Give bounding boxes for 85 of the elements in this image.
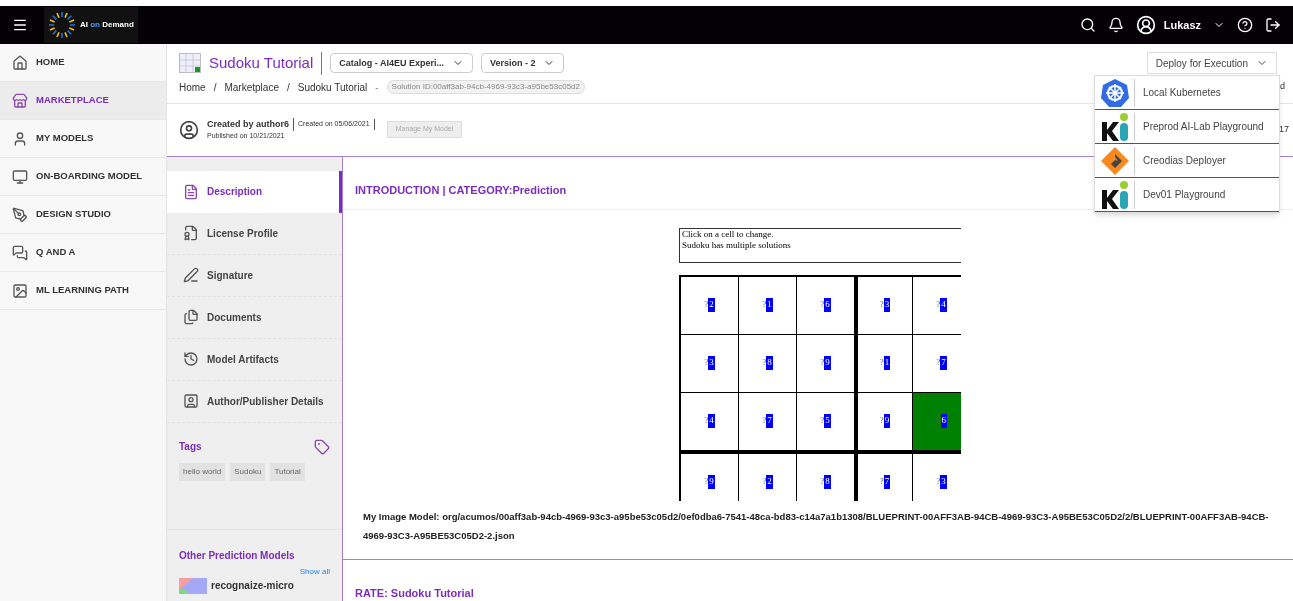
- sidebar-item[interactable]: MY MODELS: [0, 120, 166, 158]
- home-icon: [12, 54, 28, 71]
- sudoku-thumbnail-icon: [179, 53, 201, 74]
- solution-id-badge: Solution ID:00aff3ab-94cb-4969-93c3-a95be53c05d2: [386, 80, 585, 94]
- sudoku-cell[interactable]: ?6: [797, 276, 855, 335]
- sudoku-cell[interactable]: ?2: [681, 276, 739, 335]
- diamond-logo-icon: [1099, 145, 1130, 176]
- tag-chip[interactable]: hello world: [179, 462, 226, 481]
- deploy-option[interactable]: Local Kubernetes: [1095, 76, 1279, 110]
- person-card-icon: [183, 393, 199, 409]
- sudoku-cell[interactable]: 6 6: [913, 392, 961, 451]
- sudoku-cell[interactable]: ?7: [855, 453, 913, 501]
- sudoku-cell[interactable]: ?7: [739, 392, 797, 451]
- sunburst-icon: [48, 11, 76, 39]
- sudoku-cell[interactable]: ?1: [855, 334, 913, 393]
- model-list-item[interactable]: recognaize-micro: [167, 577, 342, 594]
- sudoku-cell[interactable]: ?9: [855, 392, 913, 451]
- bell-icon[interactable]: [1107, 17, 1124, 33]
- separator-dash: -: [375, 80, 379, 95]
- created-by-text: Created by author6: [207, 117, 295, 131]
- menu-icon[interactable]: [12, 17, 28, 33]
- section-heading: INTRODUCTION | CATEGORY:Prediction: [355, 183, 567, 196]
- section-tab[interactable]: License Profile: [167, 212, 342, 255]
- document-icon: [183, 183, 199, 200]
- ki-logo-icon: [1099, 111, 1130, 142]
- monitor-icon: [12, 168, 28, 185]
- breadcrumb-link[interactable]: Home: [179, 79, 206, 95]
- user-avatar-icon[interactable]: [1135, 15, 1156, 35]
- other-models-title: Other Prediction Models: [179, 549, 295, 561]
- sidebar-item[interactable]: ML LEARNING PATH: [0, 272, 166, 310]
- sudoku-cell[interactable]: ?3: [681, 334, 739, 393]
- sudoku-cell[interactable]: ?8: [739, 334, 797, 393]
- image-model-text: My Image Model: org/acumos/00aff3ab-94cb-4969-93c3-a95be53c05d2/0ef0dba6-7541-48ca-bd83-c14a7a1b1308/BLUEPRINT-00AFF3AB-94CB-4969-93C3-A95BE53C05D2/2/BLUEPRINT-00AFF3AB-94CB-4969-93C3-A95BE53C05D2-2.json: [362, 509, 1270, 543]
- files-icon: [183, 309, 199, 325]
- image-icon: [12, 282, 28, 299]
- section-tab[interactable]: Description: [167, 170, 342, 213]
- tags-title: Tags: [179, 440, 202, 454]
- breadcrumb-link[interactable]: Marketplace: [224, 79, 279, 95]
- store-icon: [12, 92, 28, 109]
- model-name: recognaize-micro: [211, 579, 294, 593]
- section-tab[interactable]: Signature: [167, 254, 342, 297]
- logo[interactable]: AI on Demand: [44, 7, 138, 43]
- section-heading: RATE: Sudoku Tutorial: [355, 586, 474, 599]
- section-tab[interactable]: Author/Publisher Details: [167, 380, 342, 423]
- deploy-option[interactable]: Dev01 Playground: [1095, 178, 1279, 212]
- ki-logo-icon: [1099, 179, 1130, 210]
- pen-icon: [12, 206, 28, 223]
- deploy-dropdown[interactable]: Deploy for Execution: [1146, 52, 1277, 75]
- deploy-option[interactable]: Creodias Deployer: [1095, 144, 1279, 178]
- version-dropdown[interactable]: Version - 2: [480, 53, 565, 74]
- chat-bubbles-icon: [12, 244, 28, 261]
- sudoku-cell[interactable]: ?1: [739, 276, 797, 335]
- section-tab[interactable]: Model Artifacts: [167, 338, 342, 381]
- breadcrumb-separator: /: [212, 80, 218, 95]
- logo-text: AI on Demand: [80, 19, 134, 31]
- person-icon: [12, 130, 28, 147]
- tag-chip[interactable]: Sudoku: [230, 462, 266, 481]
- sudoku-cell[interactable]: ?4: [681, 392, 739, 451]
- sidebar-item[interactable]: MARKETPLACE: [0, 82, 166, 120]
- logout-icon[interactable]: [1265, 17, 1281, 33]
- catalog-dropdown[interactable]: Catalog - AI4EU Experi...: [330, 53, 473, 74]
- search-icon[interactable]: [1079, 17, 1096, 33]
- user-avatar-icon: [179, 119, 199, 140]
- certificate-icon: [183, 225, 199, 241]
- sidebar-item[interactable]: ON-BOARDING MODEL: [0, 158, 166, 196]
- instruction-text: Click on a cell to change.: [682, 228, 775, 240]
- sudoku-cell[interactable]: ?5: [797, 392, 855, 451]
- cut-off-text: 17: [1279, 122, 1289, 136]
- sidebar-item[interactable]: DESIGN STUDIO: [0, 196, 166, 234]
- user-name[interactable]: Lukasz: [1163, 16, 1201, 34]
- sidebar-item[interactable]: Q AND A: [0, 234, 166, 272]
- tag-icon[interactable]: [314, 438, 330, 455]
- history-icon: [183, 351, 199, 367]
- breadcrumb-separator: /: [285, 80, 291, 95]
- help-icon[interactable]: [1237, 17, 1253, 33]
- page-title: Sudoku Tutorial: [209, 52, 323, 75]
- sudoku-cell[interactable]: ?9: [797, 334, 855, 393]
- pen-icon: [183, 267, 199, 283]
- instruction-text: Sudoku has multiple solutions: [682, 239, 792, 251]
- section-tab[interactable]: Documents: [167, 296, 342, 339]
- deploy-option[interactable]: Preprod AI-Lab Playground: [1095, 110, 1279, 144]
- sudoku-cell[interactable]: ?3: [855, 276, 913, 335]
- tag-chip[interactable]: Tutorial: [270, 462, 305, 481]
- show-all-link[interactable]: Show all: [299, 565, 330, 578]
- cut-off-text: d: [1280, 80, 1285, 94]
